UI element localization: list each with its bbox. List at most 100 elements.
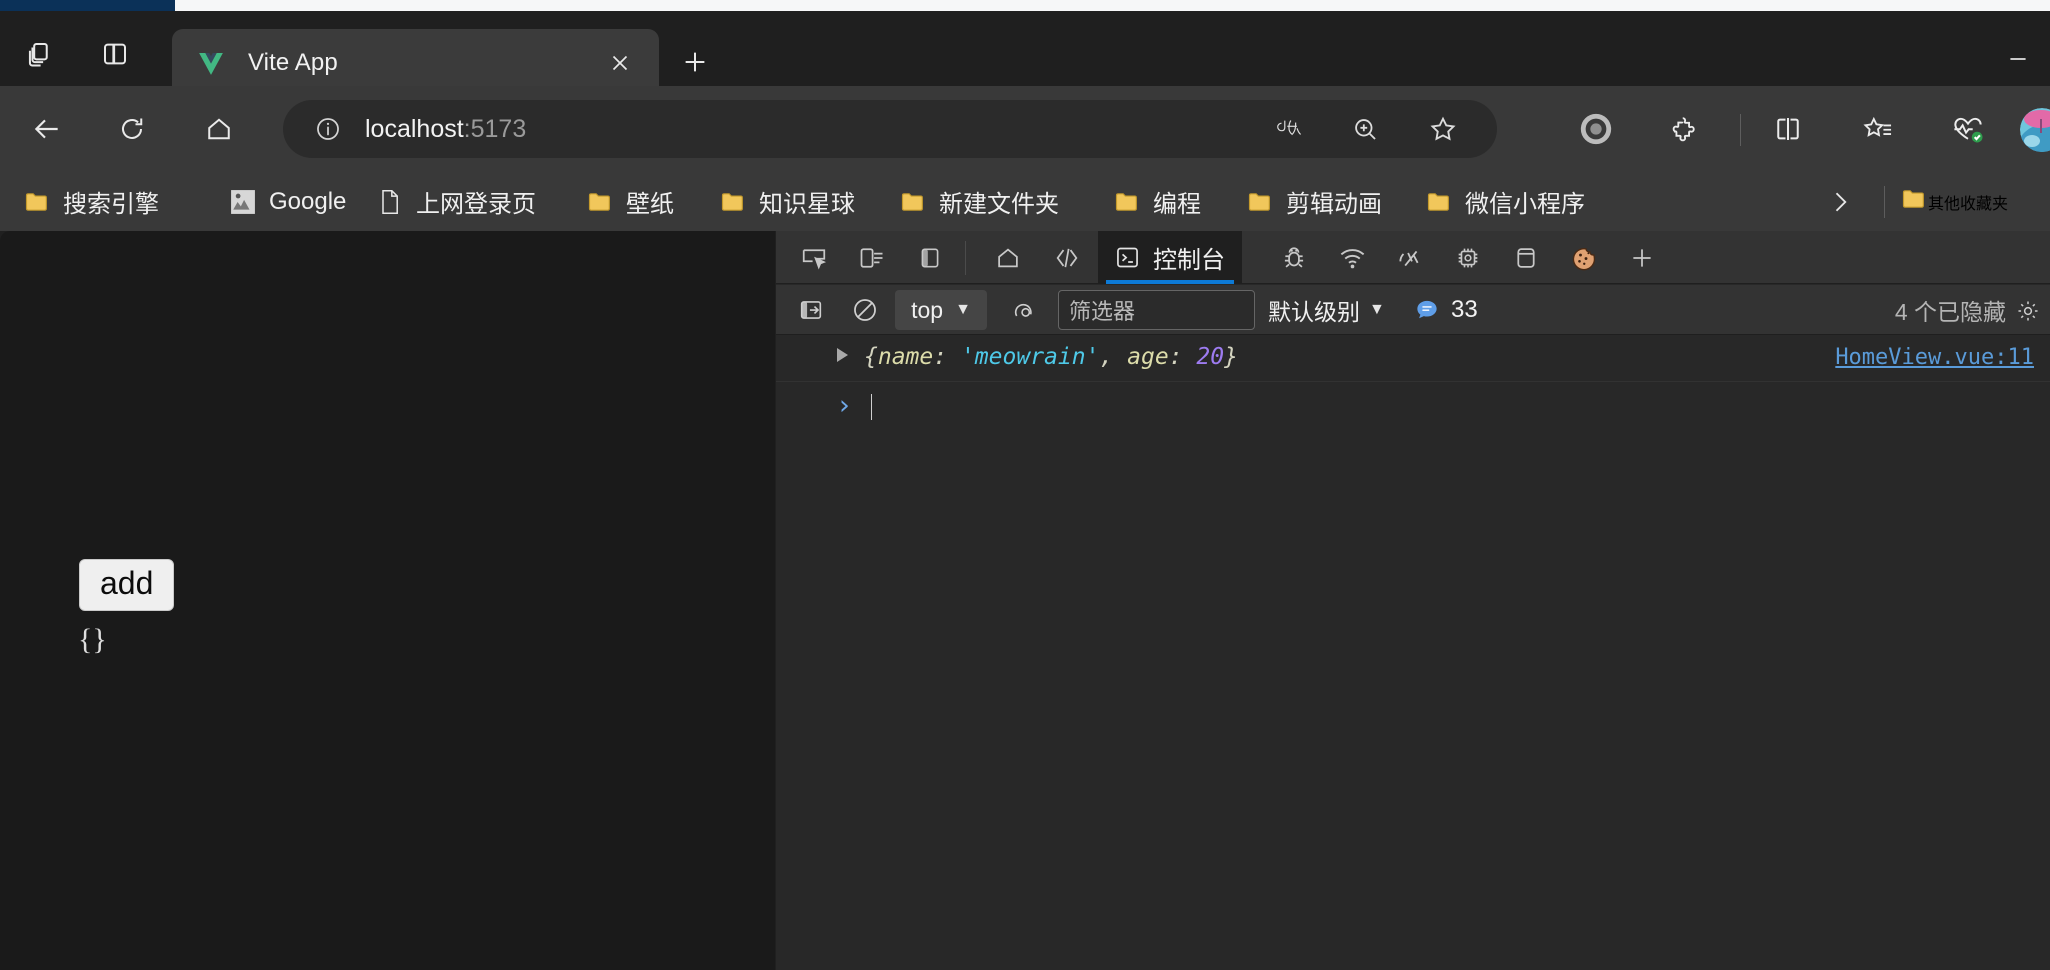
object-number-value: 20	[1196, 344, 1225, 370]
live-expression-eye-icon[interactable]	[1004, 291, 1050, 329]
clear-console-icon[interactable]	[842, 291, 888, 329]
bookmarks-bar: 搜索引擎 Google 上网登录页 壁纸 知识星球 新建文件夹 编程 剪辑动画 …	[0, 172, 2050, 231]
devtools-tab-console[interactable]: 控制台	[1098, 231, 1242, 284]
puzzle-piece-icon[interactable]	[1662, 106, 1708, 152]
bookmark-label: 搜索引擎	[63, 191, 159, 218]
text-caret	[871, 394, 872, 420]
object-key: age	[1127, 344, 1169, 370]
folder-icon	[1424, 187, 1454, 217]
close-icon[interactable]	[603, 46, 637, 80]
log-level-value: 默认级别	[1268, 299, 1360, 325]
folder-icon	[1900, 185, 1928, 218]
dock-side-icon[interactable]	[904, 238, 956, 278]
bookmark-other-favorites[interactable]: 其他收藏夹	[1900, 172, 2008, 231]
address-bar-url: localhost:5173	[365, 115, 526, 144]
devtools-tab-console-label: 控制台	[1153, 247, 1225, 274]
devtools-tab-sources[interactable]	[1268, 238, 1320, 278]
zoom-search-icon[interactable]	[1343, 107, 1387, 151]
reload-icon[interactable]	[109, 106, 155, 152]
heartbeat-check-icon[interactable]	[1945, 106, 1991, 152]
tab-title: Vite App	[248, 49, 338, 76]
new-tab-button[interactable]	[674, 41, 716, 83]
avatar[interactable]	[2020, 108, 2050, 152]
split-screen-icon[interactable]	[1765, 106, 1811, 152]
object-string-value: 'meowrain'	[960, 344, 1100, 370]
console-log-level-selector[interactable]: 默认级别 ▼	[1268, 290, 1385, 330]
bookmark-item[interactable]: 壁纸	[585, 172, 674, 231]
bookmark-item[interactable]: 编程	[1112, 172, 1201, 231]
bookmark-item[interactable]: 搜索引擎	[22, 172, 159, 231]
url-port: :5173	[463, 114, 527, 143]
bookmark-label: 其他收藏夹	[1928, 195, 2009, 213]
browser-navigation-bar: localhost:5173	[0, 86, 2050, 172]
minimize-window-button[interactable]	[1998, 39, 2038, 79]
devtools-toolbar: 控制台	[776, 231, 2050, 284]
copilot-ring-icon[interactable]	[1573, 106, 1619, 152]
console-filter-input[interactable]: 筛选器	[1058, 290, 1255, 330]
page-viewport: add {}	[0, 231, 775, 970]
devtools-tab-application[interactable]	[1500, 238, 1552, 278]
content-area: add {} 控制台 top ▼ 筛选器 默认级别 ▼ 33 4 个已隐藏 {n…	[0, 231, 2050, 970]
info-circle-icon[interactable]	[313, 114, 343, 144]
console-message-row[interactable]: {name: 'meowrain', age: 20} HomeView.vue…	[776, 336, 2050, 382]
console-source-link[interactable]: HomeView.vue:11	[1835, 345, 2034, 370]
devtools-panel: 控制台 top ▼ 筛选器 默认级别 ▼ 33 4 个已隐藏 {name: 'm…	[776, 231, 2050, 970]
bookmark-item[interactable]: 新建文件夹	[898, 172, 1059, 231]
add-button[interactable]: add	[79, 559, 175, 611]
bookmark-item[interactable]: Google	[228, 172, 346, 231]
bookmark-label: 新建文件夹	[939, 191, 1059, 218]
devtools-tab-elements[interactable]	[1041, 238, 1093, 278]
bookmark-item[interactable]: 知识星球	[718, 172, 855, 231]
console-sidebar-icon[interactable]	[788, 291, 834, 329]
bookmark-label: 编程	[1153, 191, 1201, 218]
folder-icon	[898, 187, 928, 217]
tab-groups-icon[interactable]	[20, 33, 62, 75]
home-icon[interactable]	[196, 106, 242, 152]
folder-icon	[718, 187, 748, 217]
address-bar[interactable]: localhost:5173	[283, 100, 1497, 158]
object-key: name	[877, 344, 934, 370]
read-aloud-icon[interactable]	[1265, 107, 1309, 151]
bookmark-item[interactable]: 上网登录页	[375, 172, 536, 231]
star-list-icon[interactable]	[1855, 106, 1901, 152]
star-icon[interactable]	[1421, 107, 1465, 151]
devtools-divider	[965, 241, 966, 275]
console-prompt[interactable]: ›	[776, 382, 2050, 428]
console-terminal-icon	[1112, 243, 1142, 273]
message-count-value: 33	[1451, 296, 1478, 323]
object-output-text: {}	[78, 623, 107, 656]
gear-icon[interactable]	[2010, 293, 2046, 329]
prompt-chevron-icon: ›	[836, 390, 853, 421]
desktop-background-strip	[0, 0, 2050, 11]
console-context-selector[interactable]: top ▼	[895, 290, 987, 330]
context-value: top	[911, 296, 944, 323]
devtools-tab-welcome[interactable]	[982, 238, 1034, 278]
desktop-taskbar-fragment	[0, 0, 175, 11]
back-arrow-icon[interactable]	[24, 106, 70, 152]
folder-icon	[585, 187, 615, 217]
console-message-count[interactable]: 33	[1413, 290, 1478, 330]
inspect-element-icon[interactable]	[788, 238, 840, 278]
cookie-icon[interactable]	[1558, 238, 1610, 278]
chevron-down-icon: ▼	[955, 301, 971, 318]
bookmark-item[interactable]: 剪辑动画	[1245, 172, 1382, 231]
console-filter-bar: top ▼ 筛选器 默认级别 ▼ 33 4 个已隐藏	[776, 285, 2050, 335]
devtools-tab-network[interactable]	[1326, 238, 1378, 278]
bookmark-label: 壁纸	[626, 191, 674, 218]
bookmark-item[interactable]: 微信小程序	[1424, 172, 1585, 231]
devtools-tab-performance[interactable]	[1384, 238, 1436, 278]
hidden-messages-text: 4 个已隐藏	[1894, 299, 2006, 325]
device-toolbar-icon[interactable]	[846, 238, 898, 278]
active-tab-indicator	[1106, 280, 1234, 284]
vite-vue-logo-icon	[194, 46, 228, 80]
devtools-add-tab-button[interactable]	[1616, 238, 1668, 278]
url-host: localhost	[365, 114, 464, 143]
split-pane-icon[interactable]	[94, 33, 136, 75]
console-output[interactable]: {name: 'meowrain', age: 20} HomeView.vue…	[776, 336, 2050, 970]
chevron-right-icon[interactable]	[1817, 172, 1863, 231]
devtools-tab-memory[interactable]	[1442, 238, 1494, 278]
browser-tab-bar: Vite App	[0, 11, 2050, 97]
expand-triangle-icon[interactable]	[837, 348, 848, 362]
folder-icon	[1112, 187, 1142, 217]
console-message-text: {name: 'meowrain', age: 20}	[864, 344, 1238, 370]
